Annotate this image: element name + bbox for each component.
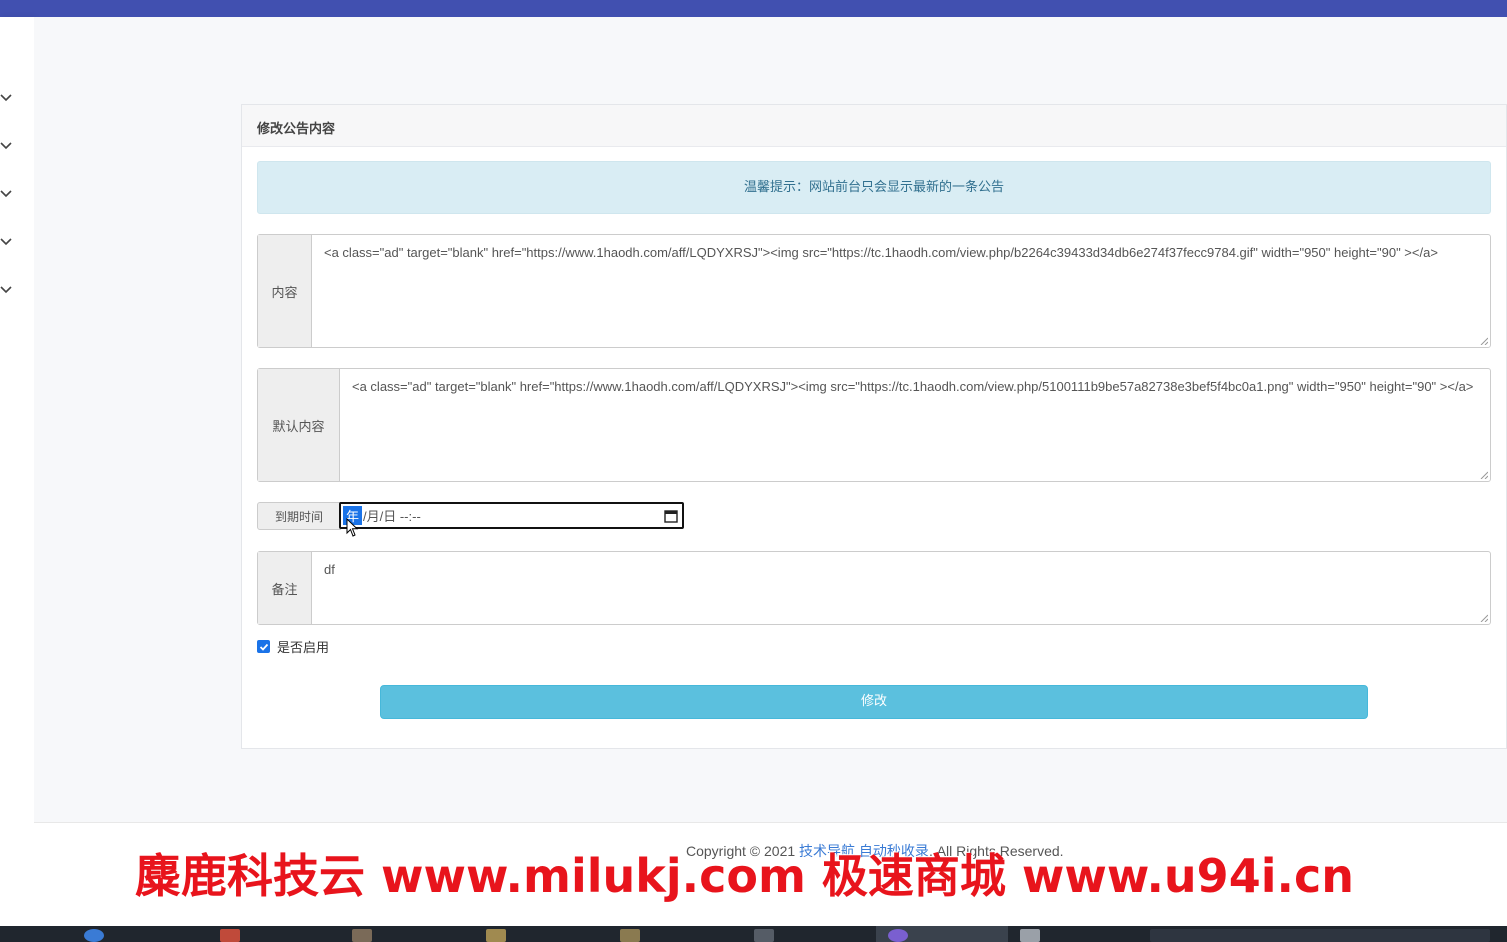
default-content-field: 默认内容 <a class="ad" target="blank" href="…: [257, 368, 1491, 482]
enabled-row: 是否启用: [257, 637, 329, 656]
app-icon[interactable]: [620, 929, 640, 942]
os-taskbar: [0, 926, 1507, 942]
note-label: 备注: [258, 552, 312, 624]
checkmark-icon: [259, 643, 268, 651]
system-tray[interactable]: [1150, 929, 1490, 942]
note-field: 备注 df: [257, 551, 1491, 625]
sidebar: [0, 17, 34, 926]
resize-handle-icon[interactable]: [1480, 614, 1488, 622]
enabled-label: 是否启用: [277, 641, 330, 656]
chevron-down-icon[interactable]: [0, 187, 12, 199]
content-label: 内容: [258, 235, 312, 347]
info-alert: 温馨提示：网站前台只会显示最新的一条公告: [257, 161, 1491, 214]
content-field: 内容 <a class="ad" target="blank" href="ht…: [257, 234, 1491, 348]
enabled-checkbox[interactable]: [257, 640, 270, 653]
chevron-down-icon[interactable]: [0, 283, 12, 295]
mouse-cursor-icon: [346, 518, 359, 537]
app-icon[interactable]: [754, 929, 774, 942]
app-icon[interactable]: [888, 929, 908, 942]
calendar-icon[interactable]: [664, 509, 678, 523]
expire-datetime-input[interactable]: 年 /月/日 --:--: [339, 502, 684, 529]
panel-title: 修改公告内容: [242, 105, 1506, 147]
chevron-down-icon[interactable]: [0, 91, 12, 103]
app-icon[interactable]: [1020, 929, 1040, 942]
browser-icon[interactable]: [84, 929, 104, 942]
chevron-down-icon[interactable]: [0, 235, 12, 247]
expire-label: 到期时间: [257, 502, 341, 530]
content-textarea[interactable]: <a class="ad" target="blank" href="https…: [312, 235, 1490, 347]
date-rest-segments[interactable]: /月/日 --:--: [363, 506, 421, 525]
resize-handle-icon[interactable]: [1480, 337, 1488, 345]
app-icon[interactable]: [220, 929, 240, 942]
app-icon[interactable]: [352, 929, 372, 942]
resize-handle-icon[interactable]: [1480, 471, 1488, 479]
app-icon[interactable]: [486, 929, 506, 942]
edit-announcement-panel: 修改公告内容 温馨提示：网站前台只会显示最新的一条公告 内容 <a class=…: [241, 104, 1507, 749]
watermark-text: 麋鹿科技云 www.milukj.com 极速商城 www.u94i.cn: [135, 849, 1354, 903]
top-bar: [0, 0, 1507, 17]
chevron-down-icon[interactable]: [0, 139, 12, 151]
submit-button[interactable]: 修改: [380, 685, 1368, 719]
default-content-label: 默认内容: [258, 369, 340, 481]
default-content-textarea[interactable]: <a class="ad" target="blank" href="https…: [340, 369, 1490, 481]
note-textarea[interactable]: df: [312, 552, 1490, 624]
